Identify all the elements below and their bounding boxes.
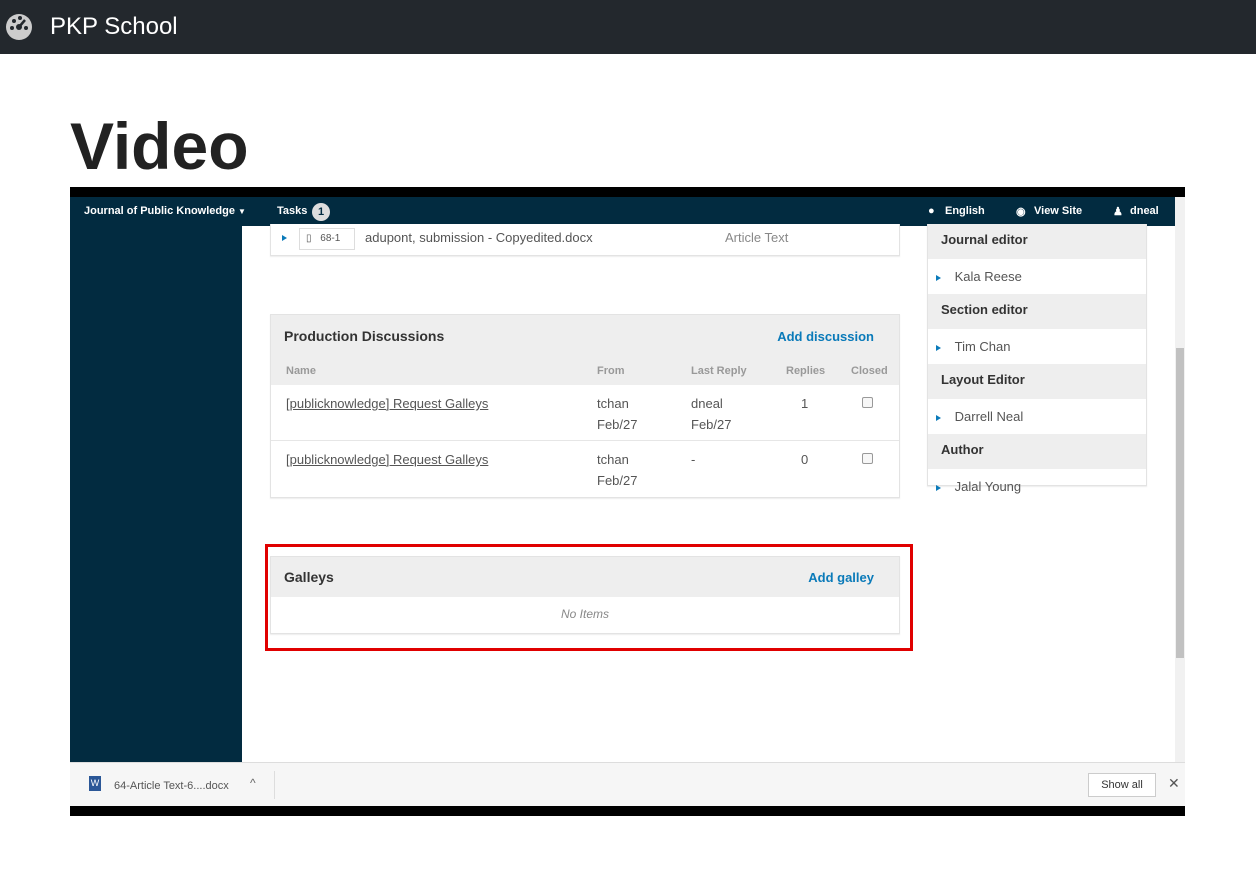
file-id: 68-1 bbox=[320, 233, 341, 244]
role-header: Section editor bbox=[928, 294, 1146, 329]
chevron-up-icon[interactable]: ^ bbox=[250, 776, 256, 790]
file-id-box: ▯ 68-1 bbox=[299, 228, 355, 250]
divider bbox=[274, 771, 275, 799]
participant-item[interactable]: Tim Chan bbox=[928, 329, 1146, 364]
app-title[interactable]: PKP School bbox=[50, 13, 178, 41]
language-link[interactable]: English bbox=[945, 205, 985, 217]
file-row[interactable]: ▯ 68-1 adupont, submission - Copyedited.… bbox=[270, 224, 900, 256]
col-replies: Replies bbox=[786, 365, 826, 377]
col-last-reply: Last Reply bbox=[691, 365, 747, 377]
from-date: Feb/27 bbox=[597, 473, 638, 488]
participant-item[interactable]: Darrell Neal bbox=[928, 399, 1146, 434]
role-header: Author bbox=[928, 434, 1146, 469]
word-file-icon: W bbox=[89, 776, 101, 791]
expand-icon[interactable] bbox=[282, 235, 287, 241]
participant-name: Tim Chan bbox=[954, 339, 1011, 354]
page-title: Video bbox=[70, 109, 249, 183]
scrollbar[interactable] bbox=[1175, 197, 1185, 762]
col-name: Name bbox=[286, 365, 316, 377]
from: tchan bbox=[597, 396, 629, 411]
user-menu[interactable]: dneal bbox=[1130, 205, 1159, 217]
replies: 1 bbox=[801, 396, 809, 411]
ojs-navbar: Journal of Public Knowledge ▼ Tasks 1 ● … bbox=[70, 197, 1175, 226]
panel-title: Production Discussions bbox=[284, 328, 445, 344]
journal-menu[interactable]: Journal of Public Knowledge ▼ bbox=[84, 205, 246, 217]
main-content: ▯ 68-1 adupont, submission - Copyedited.… bbox=[242, 224, 1175, 762]
replies: 0 bbox=[801, 452, 809, 467]
add-discussion-button[interactable]: Add discussion bbox=[777, 329, 874, 344]
col-from: From bbox=[597, 365, 625, 377]
participants-panel: Journal editor Kala Reese Section editor … bbox=[927, 224, 1147, 494]
participant-item[interactable]: Jalal Young bbox=[928, 469, 1146, 504]
last-reply-date: Feb/27 bbox=[691, 417, 732, 432]
closed-checkbox[interactable] bbox=[862, 397, 873, 408]
eye-icon: ◉ bbox=[1016, 206, 1026, 218]
from-date: Feb/27 bbox=[597, 417, 638, 432]
caret-down-icon: ▼ bbox=[238, 207, 246, 216]
participant-name: Kala Reese bbox=[954, 269, 1022, 284]
last-reply: - bbox=[691, 452, 696, 467]
participant-name: Jalal Young bbox=[954, 479, 1022, 494]
file-type: Article Text bbox=[725, 230, 789, 245]
table-row: [publicknowledge] Request Galleys tchan … bbox=[271, 385, 899, 441]
production-discussions-panel: Production Discussions Add discussion Na… bbox=[270, 314, 900, 498]
user-icon: ♟ bbox=[1113, 206, 1123, 218]
scrollbar-thumb[interactable] bbox=[1176, 348, 1184, 658]
app-header: PKP School bbox=[0, 0, 1256, 54]
closed-checkbox[interactable] bbox=[862, 453, 873, 464]
participant-name: Darrell Neal bbox=[954, 409, 1024, 424]
tasks-link[interactable]: Tasks bbox=[277, 205, 307, 217]
download-item[interactable]: 64-Article Text-6....docx bbox=[114, 780, 229, 792]
discussion-link[interactable]: [publicknowledge] Request Galleys bbox=[286, 396, 488, 411]
role-header: Layout Editor bbox=[928, 364, 1146, 399]
download-bar: W 64-Article Text-6....docx ^ Show all ✕ bbox=[70, 762, 1185, 806]
expand-icon[interactable] bbox=[936, 485, 941, 491]
journal-name: Journal of Public Knowledge bbox=[84, 205, 235, 217]
tasks-count-badge: 1 bbox=[312, 203, 330, 221]
show-all-button[interactable]: Show all bbox=[1088, 773, 1156, 797]
from: tchan bbox=[597, 452, 629, 467]
role-header: Journal editor bbox=[928, 224, 1146, 259]
expand-icon[interactable] bbox=[936, 275, 941, 281]
table-row: [publicknowledge] Request Galleys tchan … bbox=[271, 441, 899, 497]
close-icon[interactable]: ✕ bbox=[1168, 775, 1180, 792]
dashboard-gauge-icon bbox=[2, 10, 36, 44]
view-site-link[interactable]: View Site bbox=[1034, 205, 1082, 217]
discussion-link[interactable]: [publicknowledge] Request Galleys bbox=[286, 452, 488, 467]
highlight-box bbox=[265, 544, 913, 651]
globe-icon: ● bbox=[928, 205, 935, 217]
sidebar bbox=[70, 226, 242, 762]
file-link[interactable]: adupont, submission - Copyedited.docx bbox=[365, 230, 593, 245]
participant-item[interactable]: Kala Reese bbox=[928, 259, 1146, 294]
expand-icon[interactable] bbox=[936, 345, 941, 351]
col-closed: Closed bbox=[851, 365, 888, 377]
expand-icon[interactable] bbox=[936, 415, 941, 421]
last-reply: dneal bbox=[691, 396, 723, 411]
video-frame[interactable]: Journal of Public Knowledge ▼ Tasks 1 ● … bbox=[70, 187, 1185, 816]
